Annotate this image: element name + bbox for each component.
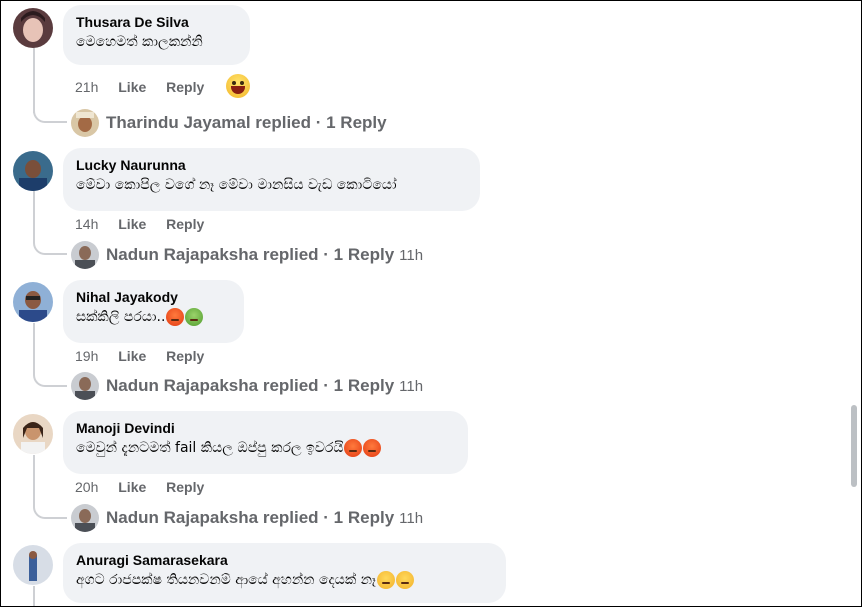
comment-text: අගට රාජපක්ෂ තියනවනම් ආයේ අහන්න දෙයක් නෑ (76, 569, 492, 591)
thread-connector (33, 241, 67, 255)
thread-connector (33, 505, 67, 519)
avatar (71, 504, 99, 532)
comment-actions: 20h Like Reply (75, 479, 220, 495)
comment-text: සක්කිලි පරයා.. (76, 306, 230, 328)
reply-button[interactable]: Reply (166, 79, 204, 95)
comment-author[interactable]: Anuragi Samarasekara (76, 551, 492, 569)
comment-text-body: සක්කිලි පරයා.. (76, 309, 166, 325)
thread-connector (33, 373, 67, 387)
smirking-face-icon (376, 571, 395, 589)
reply-button[interactable]: Reply (166, 479, 204, 495)
comment-bubble: Nihal Jayakody සක්කිලි පරයා.. (63, 280, 244, 343)
like-button[interactable]: Like (118, 79, 146, 95)
comments-panel: Thusara De Silva මෙහෙමත් කාලකන්නි 21h Li… (0, 0, 862, 607)
avatar[interactable] (13, 151, 53, 191)
thread-connector (33, 109, 67, 123)
thread-line (33, 323, 35, 375)
comment-text: මෙවුන් දැනටමත් fail කියල ඔප්පු කරල ඉවරයි (76, 437, 454, 459)
smirking-face-icon (395, 571, 414, 589)
comment-bubble: Thusara De Silva මෙහෙමත් කාලකන්නි (63, 5, 250, 65)
reply-button[interactable]: Reply (166, 216, 204, 232)
avatar[interactable] (13, 545, 53, 585)
comment-time[interactable]: 19h (75, 348, 98, 364)
comment-time[interactable]: 14h (75, 216, 98, 232)
comment-text: මේවා කොපිල වගේ නෑ මේවා මානසිය වැඩ කොටියෝ (76, 177, 397, 193)
replied-summary[interactable]: Tharindu Jayamal replied · 1 Reply (106, 113, 387, 133)
replied-time: 11h (399, 509, 424, 527)
view-replies-link[interactable]: Nadun Rajapaksha replied · 1 Reply 11h (71, 503, 423, 533)
reply-button[interactable]: Reply (166, 348, 204, 364)
comment-bubble: Anuragi Samarasekara අගට රාජපක්ෂ තියනවනම… (63, 543, 506, 603)
like-button[interactable]: Like (118, 479, 146, 495)
comment-text-body: අගට රාජපක්ෂ තියනවනම් ආයේ අහන්න දෙයක් නෑ (76, 572, 376, 588)
nauseated-face-icon (185, 308, 204, 326)
avatar (71, 372, 99, 400)
avatar[interactable] (13, 8, 53, 48)
avatar[interactable] (13, 282, 53, 322)
view-replies-link[interactable]: Nadun Rajapaksha replied · 1 Reply 11h (71, 371, 423, 401)
comment-author[interactable]: Manoji Devindi (76, 419, 454, 437)
comment-actions: 14h Like Reply (75, 216, 220, 232)
thread-line (33, 191, 35, 243)
comment-author[interactable]: Lucky Naurunna (76, 156, 466, 174)
comment-time[interactable]: 20h (75, 479, 98, 495)
thread-line (33, 455, 35, 507)
comment-text: මෙහෙමත් කාලකන්නි (76, 34, 203, 50)
view-replies-link[interactable]: Tharindu Jayamal replied · 1 Reply (71, 108, 387, 138)
comment-bubble: Manoji Devindi මෙවුන් දැනටමත් fail කියල … (63, 411, 468, 474)
avatar (71, 109, 99, 137)
comment-actions: 21h Like Reply (75, 79, 220, 95)
comment-time[interactable]: 21h (75, 79, 98, 95)
replied-summary[interactable]: Nadun Rajapaksha replied · 1 Reply (106, 376, 394, 396)
comment-author[interactable]: Thusara De Silva (76, 13, 236, 31)
replied-time: 11h (399, 246, 424, 264)
like-button[interactable]: Like (118, 348, 146, 364)
scrollbar-thumb[interactable] (851, 405, 857, 487)
comment-text-body: මෙවුන් දැනටමත් fail කියල ඔප්පු කරල ඉවරයි (76, 440, 344, 456)
grinning-face-icon (226, 74, 250, 98)
replied-summary[interactable]: Nadun Rajapaksha replied · 1 Reply (106, 245, 394, 265)
thread-line (33, 586, 35, 606)
angry-face-icon (344, 439, 363, 457)
replied-summary[interactable]: Nadun Rajapaksha replied · 1 Reply (106, 508, 394, 528)
replied-time: 11h (399, 377, 424, 395)
like-button[interactable]: Like (118, 216, 146, 232)
angry-face-icon (166, 308, 185, 326)
comment-actions: 19h Like Reply (75, 348, 220, 364)
avatar[interactable] (13, 414, 53, 454)
view-replies-link[interactable]: Nadun Rajapaksha replied · 1 Reply 11h (71, 240, 423, 270)
angry-face-icon (363, 439, 382, 457)
comment-bubble: Lucky Naurunna මේවා කොපිල වගේ නෑ මේවා මා… (63, 148, 480, 211)
thread-line (33, 47, 35, 113)
avatar (71, 241, 99, 269)
comment-author[interactable]: Nihal Jayakody (76, 288, 230, 306)
